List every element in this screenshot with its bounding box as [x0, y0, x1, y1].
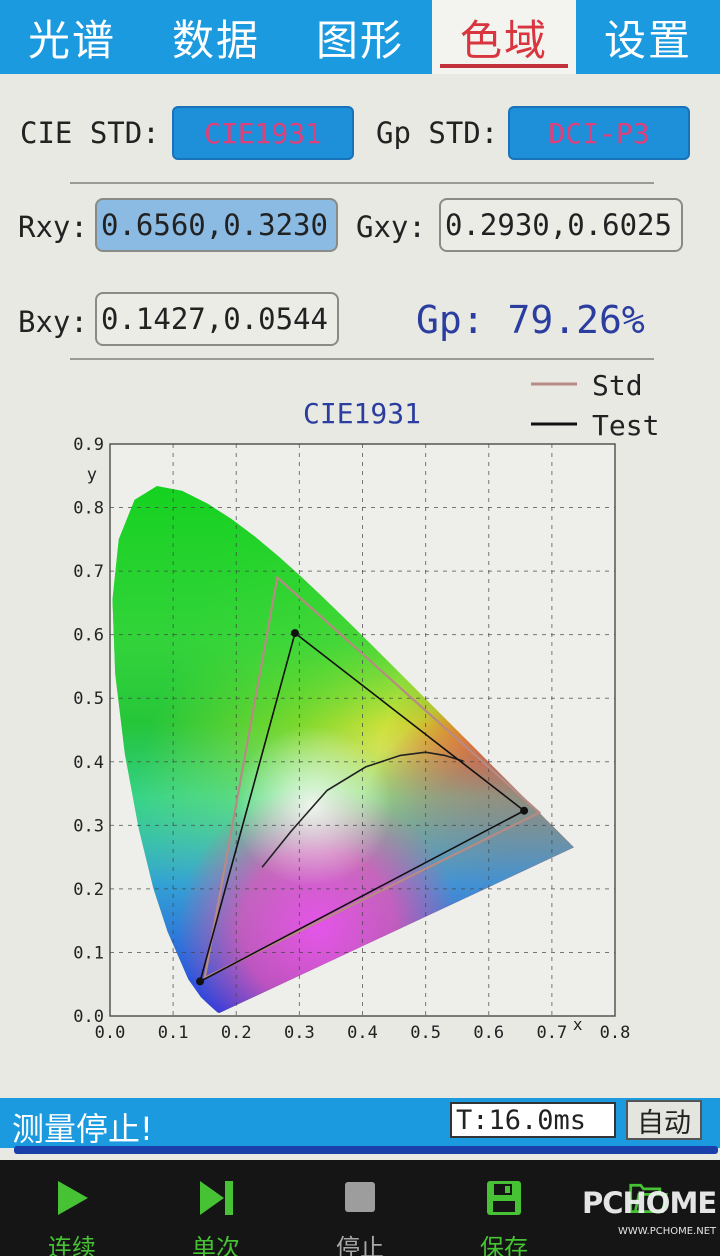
- rxy-field[interactable]: 0.6560,0.3230: [95, 198, 338, 252]
- toolbar-label: 单次: [192, 1234, 240, 1256]
- top-tab-bar: 光谱 数据 图形 色域 设置: [0, 0, 720, 74]
- divider: [70, 182, 654, 184]
- legend-std-label: Std: [592, 369, 643, 402]
- y-tick-label: 0.6: [73, 626, 104, 646]
- save-icon: [484, 1178, 524, 1218]
- tab-label: 数据: [171, 15, 260, 65]
- y-tick-label: 0.3: [73, 816, 104, 836]
- toolbar-label: 连续: [48, 1234, 96, 1256]
- y-tick-label: 0.2: [73, 880, 104, 900]
- watermark: PCHOME WWW.PCHOME.NET: [582, 1186, 717, 1237]
- tab-settings[interactable]: 设置: [576, 0, 720, 74]
- app-window: 光谱 数据 图形 色域 设置 CIE STD: CIE1931 Gp STD: …: [0, 0, 720, 1256]
- x-axis-label: x: [573, 1015, 583, 1034]
- tab-data[interactable]: 数据: [144, 0, 288, 74]
- x-tick-label: 0.1: [158, 1023, 189, 1043]
- stop-icon: [340, 1178, 380, 1218]
- continuous-button[interactable]: 连续: [0, 1160, 144, 1256]
- gxy-field[interactable]: 0.2930,0.6025: [439, 198, 683, 252]
- bxy-label: Bxy:: [18, 305, 88, 339]
- rxy-label: Rxy:: [18, 210, 88, 244]
- tab-label: 色域: [459, 15, 548, 65]
- y-tick-label: 0.7: [73, 562, 104, 582]
- tab-label: 光谱: [27, 15, 116, 65]
- single-button[interactable]: 单次: [144, 1160, 288, 1256]
- cie-std-selector[interactable]: CIE1931: [172, 106, 354, 160]
- gxy-label: Gxy:: [356, 210, 426, 244]
- test-point: [520, 806, 529, 815]
- y-tick-label: 0.4: [73, 753, 104, 773]
- gamut-percentage: Gp: 79.26%: [416, 298, 645, 342]
- status-message: 测量停止!: [12, 1110, 153, 1148]
- toolbar-label: 停止: [336, 1234, 384, 1256]
- x-tick-label: 0.4: [347, 1023, 378, 1043]
- tab-gamut[interactable]: 色域: [432, 0, 576, 74]
- cie-chart: 0.0 0.1 0.2 0.3 0.4 0.5 0.6 0.7 0.8 0.0 0.1 0.2 0.3 0…: [0, 360, 720, 1095]
- y-tick-label: 0.8: [73, 499, 104, 519]
- save-button[interactable]: 保存: [432, 1160, 576, 1256]
- y-tick-label: 0.0: [73, 1007, 104, 1027]
- status-progress-line: [14, 1146, 718, 1154]
- play-icon: [52, 1178, 92, 1218]
- tab-graphics[interactable]: 图形: [288, 0, 432, 74]
- x-tick-label: 0.3: [284, 1023, 315, 1043]
- bxy-field[interactable]: 0.1427,0.0544: [95, 292, 339, 346]
- cie-chart-svg: 0.0 0.1 0.2 0.3 0.4 0.5 0.6 0.7 0.80.00.10.20.30…: [73, 369, 659, 1043]
- test-point: [196, 977, 205, 986]
- y-tick-label: 0.1: [73, 943, 104, 963]
- x-tick-label: 0.5: [410, 1023, 441, 1043]
- y-axis-label: y: [87, 465, 97, 485]
- tab-label: 设置: [603, 15, 692, 65]
- toolbar-label: 保存: [480, 1234, 528, 1256]
- x-tick-label: 0.6: [473, 1023, 504, 1043]
- step-icon: [196, 1178, 236, 1218]
- test-point: [290, 629, 299, 638]
- tab-spectrum[interactable]: 光谱: [0, 0, 144, 74]
- stop-button[interactable]: 停止: [288, 1160, 432, 1256]
- gp-std-selector[interactable]: DCI-P3: [508, 106, 690, 160]
- status-bar: 测量停止! T:16.0ms 自动: [0, 1098, 720, 1148]
- chart-title: CIE1931: [303, 397, 421, 430]
- x-tick-label: 0.2: [221, 1023, 252, 1043]
- y-tick-label: 0.5: [73, 689, 104, 709]
- integration-time-field[interactable]: T:16.0ms: [450, 1102, 616, 1138]
- y-tick-label: 0.9: [73, 435, 104, 455]
- x-tick-label: 0.8: [600, 1023, 631, 1043]
- x-tick-label: 0.7: [537, 1023, 568, 1043]
- mode-button[interactable]: 自动: [626, 1100, 702, 1140]
- gp-std-label: Gp STD:: [376, 116, 499, 150]
- tab-label: 图形: [315, 15, 404, 65]
- cie-std-label: CIE STD:: [20, 116, 160, 150]
- legend-test-label: Test: [592, 409, 659, 442]
